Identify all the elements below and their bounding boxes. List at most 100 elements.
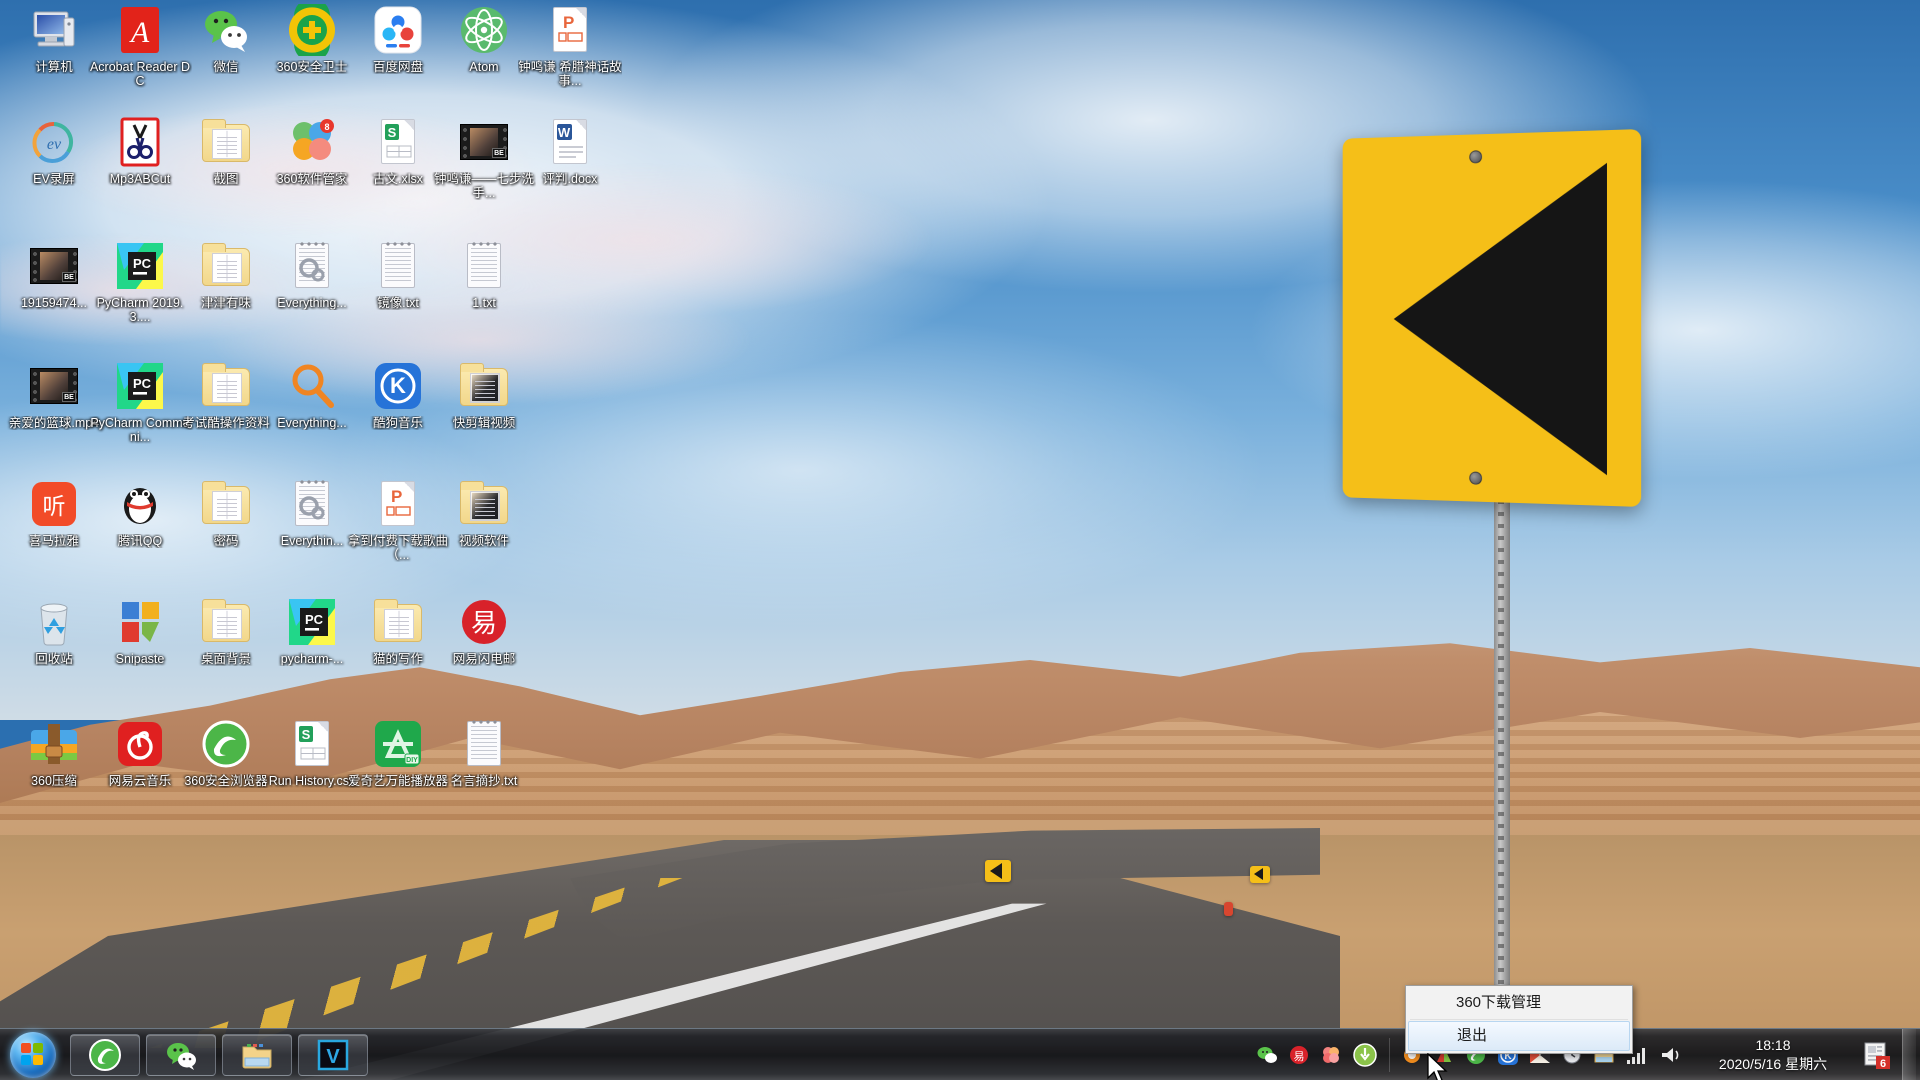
csv-icon: S <box>286 718 338 770</box>
wechat-icon <box>164 1038 198 1072</box>
svg-text:易: 易 <box>471 608 497 638</box>
distant-chevron-sign-1 <box>985 860 1011 882</box>
pptfile-icon: P <box>544 4 596 56</box>
desktop-icon-grid[interactable]: 计算机 A Acrobat Reader DC 微信 360安全卫士 百度网盘 Atom P 钟… <box>0 0 640 1020</box>
svg-text:W: W <box>558 125 571 140</box>
explorer-folder-icon <box>240 1038 274 1072</box>
svg-text:PC: PC <box>133 376 152 391</box>
acrobat-icon: A <box>114 4 166 56</box>
360soft-icon: 8 <box>286 116 338 168</box>
exefile-icon <box>286 240 338 292</box>
svg-text:听: 听 <box>43 493 66 519</box>
desktop-icon[interactable]: P 钟鸣谦 希腊神话故事... <box>518 4 622 88</box>
tray-context-menu[interactable]: 360下载管理 退出 <box>1405 985 1633 1054</box>
desktop-icon[interactable]: 名言摘抄.txt <box>432 718 536 788</box>
svg-text:易: 易 <box>1294 1050 1305 1063</box>
wechat-tray-icon[interactable] <box>1256 1044 1278 1066</box>
context-menu-item-exit[interactable]: 退出 <box>1408 1021 1630 1051</box>
snipaste-icon <box>114 596 166 648</box>
taskbar-button-wechat[interactable] <box>146 1033 216 1076</box>
desktop-icon-label: 视频软件 <box>458 534 509 548</box>
360safe-icon <box>286 0 338 62</box>
baiduyun-icon <box>372 4 424 56</box>
netease-mail-icon: 易 <box>458 596 510 648</box>
360browser-icon <box>200 718 252 770</box>
video-icon: BE <box>28 360 80 412</box>
docx-icon: W <box>544 116 596 168</box>
video-icon: BE <box>28 240 80 292</box>
txt-icon <box>458 718 510 770</box>
exefile-icon <box>286 478 338 530</box>
everything-icon <box>286 360 338 412</box>
svg-text:PC: PC <box>305 612 324 627</box>
desktop-icon[interactable]: 视频软件 <box>432 478 536 548</box>
computer-icon <box>28 4 80 56</box>
desktop[interactable]: 计算机 A Acrobat Reader DC 微信 360安全卫士 百度网盘 Atom P 钟… <box>0 0 1920 1080</box>
desktop-icon-label: 评判.docx <box>542 172 598 186</box>
netease-mail-tray-icon[interactable]: 易 <box>1288 1044 1310 1066</box>
folder-icon <box>200 596 252 648</box>
pycharm-icon: PC <box>114 240 166 292</box>
svg-text:P: P <box>391 487 402 506</box>
folder-icon <box>200 360 252 412</box>
folder-icon <box>200 478 252 530</box>
taskbar-button-360browser[interactable] <box>70 1033 140 1076</box>
xlsx-icon: S <box>372 116 424 168</box>
desktop-icon-label: 网易闪电邮 <box>452 652 516 666</box>
desktop-icon[interactable]: 1.txt <box>432 240 536 310</box>
desktop-icon[interactable]: 易网易闪电邮 <box>432 596 536 666</box>
show-desktop-button[interactable] <box>1902 1028 1916 1080</box>
svg-text:S: S <box>302 727 311 742</box>
taskbar-button-vapp[interactable]: V <box>298 1033 368 1076</box>
svg-text:ev: ev <box>47 136 62 153</box>
taskbar-clock[interactable]: 18:18 2020/5/16 星期六 <box>1688 1036 1858 1074</box>
360download-tray-icon[interactable] <box>1352 1042 1378 1068</box>
folder-media-icon <box>458 360 510 412</box>
360browser-icon <box>88 1038 122 1072</box>
start-button[interactable] <box>2 1030 64 1080</box>
iqiyi-icon: DIY <box>372 718 424 770</box>
qq-icon <box>114 478 166 530</box>
desktop-icon-label: 1.txt <box>472 296 496 310</box>
svg-text:P: P <box>563 13 574 32</box>
svg-text:K: K <box>390 373 406 398</box>
taskbar-button-explorer[interactable] <box>222 1033 292 1076</box>
action-center-badge-count: 6 <box>1880 1058 1886 1070</box>
context-menu-item-download-manager[interactable]: 360下载管理 <box>1408 988 1630 1018</box>
desktop-icon-label: 钟鸣谦 希腊神话故事... <box>518 60 622 88</box>
360soft-tray-icon[interactable] <box>1320 1044 1342 1066</box>
recycle-icon <box>28 596 80 648</box>
svg-text:PC: PC <box>133 256 152 271</box>
video-icon: BE <box>458 116 510 168</box>
windows-logo-icon <box>21 1042 45 1067</box>
svg-text:V: V <box>326 1046 340 1068</box>
pycharm-icon: PC <box>114 360 166 412</box>
txt-icon <box>458 240 510 292</box>
ximalaya-icon: 听 <box>28 478 80 530</box>
desktop-icon[interactable]: W 评判.docx <box>518 116 622 186</box>
360zip-icon <box>28 718 80 770</box>
wechat-icon <box>200 4 252 56</box>
mp3abcut-icon <box>114 116 166 168</box>
clock-date: 2020/5/16 星期六 <box>1718 1055 1828 1072</box>
svg-text:S: S <box>388 125 397 140</box>
atom-icon <box>458 4 510 56</box>
svg-text:A: A <box>129 16 150 49</box>
svg-text:DIY: DIY <box>406 757 418 764</box>
kugou-icon: K <box>372 360 424 412</box>
desktop-icon-label: 快剪辑视频 <box>452 416 516 430</box>
evcapture-icon: ev <box>28 116 80 168</box>
context-menu-separator <box>1410 1019 1628 1020</box>
action-center-icon[interactable]: 6 <box>1863 1040 1891 1070</box>
tray-divider <box>1389 1037 1390 1072</box>
folder-icon <box>372 596 424 648</box>
sign-bolt-bottom <box>1469 471 1483 485</box>
desktop-icon[interactable]: 快剪辑视频 <box>432 360 536 430</box>
clock-time: 18:18 <box>1755 1036 1791 1053</box>
folder-icon <box>200 240 252 292</box>
chevron-road-sign <box>1342 129 1642 507</box>
chevron-left-icon <box>1393 162 1607 476</box>
volume-tray-icon[interactable] <box>1659 1044 1683 1066</box>
folder-icon <box>200 116 252 168</box>
vapp-icon: V <box>316 1038 350 1072</box>
